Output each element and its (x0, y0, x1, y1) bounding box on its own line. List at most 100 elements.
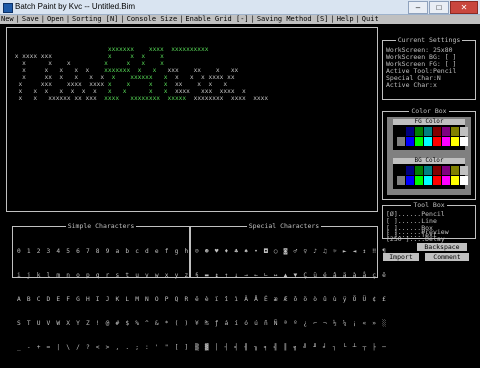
drawing-canvas[interactable]: xxxxxxx xxxx xxxxxxxxxx x xxxx xxx x x x… (6, 27, 378, 212)
minimize-button[interactable]: – (408, 1, 428, 14)
color-swatch[interactable] (406, 137, 414, 146)
simple-chars-row[interactable]: A B C D E F G H I J K L M N O P Q R (17, 296, 189, 304)
canvas-text-segment (145, 53, 160, 60)
simple-chars-row[interactable]: S T U V W X Y Z ! @ # $ % ^ & * ( ) (17, 320, 189, 328)
color-box-panel: Color Box FG Color BG Color (382, 107, 476, 200)
menu-item-enable-grid[interactable]: Enable Grid [-] (184, 15, 249, 23)
menu-bar: New | Save | Open | Sorting [N] | Console Size | E… (0, 15, 480, 24)
menu-item-new[interactable]: New (0, 15, 15, 23)
canvas-text-segment: x x x x x (11, 67, 90, 74)
simple-chars-grid[interactable]: 0 1 2 3 4 5 6 7 8 9 a b c d e f g h i j … (17, 232, 189, 368)
canvas-text-segment (89, 67, 104, 74)
close-button[interactable]: ✕ (450, 1, 478, 14)
menu-separator: | (250, 15, 255, 23)
window-titlebar: Batch Paint by Kvc -- Untitled.Bim – □ ✕ (0, 0, 480, 15)
menu-item-open[interactable]: Open (46, 15, 65, 23)
color-swatch[interactable] (460, 166, 468, 175)
canvas-text-segment: xxxx (148, 46, 164, 53)
color-swatch[interactable] (406, 176, 414, 185)
menu-item-saving-method-s[interactable]: Saving Method [S] (256, 15, 330, 23)
canvas-text-segment (97, 88, 108, 95)
canvas-row: x xx x x x x x xxxxxx x x x x xxxx xx (11, 74, 234, 81)
menu-item-quit[interactable]: Quit (361, 15, 380, 23)
backspace-button[interactable]: Backspace (417, 243, 467, 251)
canvas-text-segment (134, 46, 149, 53)
canvas-text-segment: xxxxxxx (104, 67, 131, 74)
special-chars-row[interactable]: ¥ ₧ ƒ á í ó ú ñ Ñ ª º ¿ ⌐ ¬ ½ ¼ ¡ « » ░ (195, 320, 387, 328)
canvas-text-segment (153, 81, 164, 88)
canvas-text-segment: x x (130, 53, 146, 60)
color-swatch[interactable] (433, 166, 441, 175)
special-characters-panel: Special Characters ☺ ☻ ♥ ♦ ♣ ♠ • ◘ ○ ◙ ♂… (190, 222, 386, 351)
color-swatch[interactable] (397, 137, 405, 146)
color-swatch[interactable] (406, 127, 414, 136)
toolbox-title: Tool Box (411, 201, 447, 209)
menu-item-help[interactable]: Help (336, 15, 355, 23)
fg-swatches (397, 127, 468, 146)
console-window: New | Save | Open | Sorting [N] | Console Size | E… (0, 15, 480, 351)
fg-color-picker: FG Color (393, 119, 468, 150)
bg-swatches (397, 166, 468, 185)
color-swatch[interactable] (451, 137, 459, 146)
color-swatch[interactable] (442, 137, 450, 146)
menu-item-console-size[interactable]: Console Size (126, 15, 179, 23)
canvas-text-segment: x x (126, 81, 153, 88)
delay-field[interactable]: [250 ]....Delay (386, 236, 445, 243)
color-swatch[interactable] (406, 166, 414, 175)
maximize-button[interactable]: □ (429, 1, 449, 14)
simple-chars-row[interactable]: 0 1 2 3 4 5 6 7 8 9 a b c d e f g h (17, 248, 189, 256)
canvas-text-segment: xxxx xxx xxxx x (167, 88, 246, 95)
canvas-text-segment: x xx x x x x (11, 74, 105, 81)
simple-chars-title: Simple Characters (65, 222, 137, 230)
color-swatch[interactable] (415, 137, 423, 146)
menu-item-save[interactable]: Save (21, 15, 40, 23)
canvas-text-segment: xxxxx (167, 95, 187, 102)
color-swatch[interactable] (424, 176, 432, 185)
color-swatch[interactable] (424, 137, 432, 146)
canvas-text-segment (153, 74, 164, 81)
canvas-text-segment (11, 46, 108, 53)
simple-chars-row[interactable]: i j k l m n o p q r s t u v w x y z (17, 272, 189, 280)
canvas-text-segment (104, 74, 111, 81)
color-swatch[interactable] (460, 127, 468, 136)
import-button[interactable]: Import (383, 253, 419, 261)
canvas-row: x x xxxxxx xx xxx xxxx xxxxxxxx xxxxx xx… (11, 95, 268, 102)
comment-button[interactable]: Comment (425, 253, 469, 261)
color-swatch[interactable] (442, 176, 450, 185)
color-swatch[interactable] (415, 176, 423, 185)
canvas-text-segment: xxx xx x xx (156, 67, 239, 74)
color-swatch[interactable] (460, 176, 468, 185)
color-swatch[interactable] (397, 166, 405, 175)
color-swatch[interactable] (433, 127, 441, 136)
special-chars-title: Special Characters (246, 222, 322, 230)
special-chars-grid[interactable]: ☺ ☻ ♥ ♦ ♣ ♠ • ◘ ○ ◙ ♂ ♀ ♪ ♫ ☼ ► ◄ ↕ ‼ ¶ … (195, 232, 387, 368)
color-swatch[interactable] (415, 127, 423, 136)
color-swatch[interactable] (442, 166, 450, 175)
color-swatch[interactable] (460, 137, 468, 146)
color-swatch[interactable] (397, 127, 405, 136)
canvas-row: x x x x x x x (11, 60, 164, 67)
color-swatch[interactable] (415, 166, 423, 175)
special-chars-row[interactable]: ë è ï î ì Ä Å É æ Æ ô ö ò û ù ÿ Ö Ü ¢ £ (195, 296, 387, 304)
canvas-text-segment: x x x x x x x (11, 88, 97, 95)
menu-item-sorting-n[interactable]: Sorting [N] (71, 15, 119, 23)
bg-color-label: BG Color (393, 158, 465, 164)
color-swatch[interactable] (451, 176, 459, 185)
special-chars-row[interactable]: § ▬ ↨ ↑ ↓ → ← ∟ ↔ ▲ ▼ Ç ü é â ä à å ç ê (195, 272, 387, 280)
color-swatch[interactable] (442, 127, 450, 136)
window-title: Batch Paint by Kvc -- Untitled.Bim (15, 2, 136, 11)
canvas-text-segment: xxxxxxxxxx (171, 46, 209, 53)
simple-chars-row[interactable]: _ - + = | \ / ? < > , . ; : ' " [ ] (17, 344, 189, 352)
special-chars-row[interactable]: ▒ ▓ │ ┤ ╡ ╢ ╖ ╕ ╣ ║ ╗ ╝ ╜ ╛ ┐ └ ┴ ┬ ├ ─ (195, 344, 387, 352)
color-swatch[interactable] (397, 176, 405, 185)
color-swatch[interactable] (451, 166, 459, 175)
color-swatch[interactable] (433, 137, 441, 146)
special-chars-row[interactable]: ☺ ☻ ♥ ♦ ♣ ♠ • ◘ ○ ◙ ♂ ♀ ♪ ♫ ☼ ► ◄ ↕ ‼ ¶ (195, 248, 387, 256)
window-controls: – □ ✕ (408, 1, 478, 14)
color-swatch[interactable] (424, 127, 432, 136)
color-swatch[interactable] (433, 176, 441, 185)
color-swatch[interactable] (451, 127, 459, 136)
color-swatch[interactable] (424, 166, 432, 175)
menu-separator: | (355, 15, 360, 23)
color-area: FG Color BG Color (387, 117, 471, 195)
